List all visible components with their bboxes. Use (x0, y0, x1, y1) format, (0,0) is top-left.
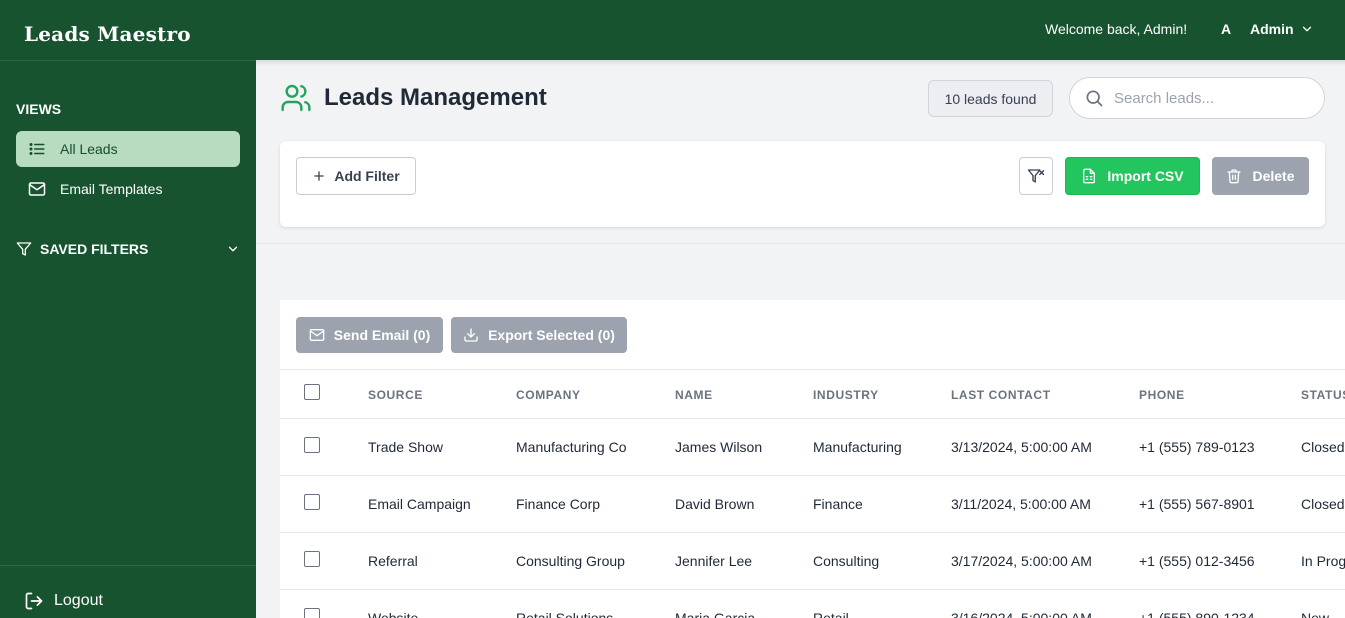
cell-name[interactable]: David Brown (675, 496, 754, 512)
column-header-phone[interactable]: PHONE (1139, 388, 1185, 402)
cell-phone: +1 (555) 567-8901 (1139, 496, 1255, 512)
app-brand[interactable]: Leads Maestro (24, 22, 191, 46)
search-box[interactable] (1069, 77, 1325, 119)
filter-icon (16, 242, 32, 256)
cell-last-contact: 3/17/2024, 5:00:00 AM (951, 553, 1092, 569)
delete-label: Delete (1252, 168, 1295, 184)
cell-phone: +1 (555) 012-3456 (1139, 553, 1255, 569)
chevron-down-icon (1302, 26, 1311, 32)
mail-icon (28, 182, 46, 196)
cell-phone: +1 (555) 789-0123 (1139, 439, 1255, 455)
select-all-checkbox[interactable] (304, 384, 320, 400)
user-name: Admin (1250, 21, 1294, 37)
row-divider (280, 418, 1345, 419)
header-shadow (256, 60, 1345, 66)
cell-name[interactable]: Maria Garcia (675, 610, 755, 618)
logout-button[interactable]: Logout (24, 591, 103, 611)
cell-company: Consulting Group (516, 553, 625, 569)
sidebar: VIEWS All Leads Email Templates SAVED FI… (0, 60, 256, 618)
page-title: Leads Management (324, 84, 547, 111)
cell-status: In Progress (1301, 553, 1345, 569)
cell-last-contact: 3/16/2024, 5:00:00 AM (951, 610, 1092, 618)
column-header-name[interactable]: NAME (675, 388, 713, 402)
cell-name[interactable]: James Wilson (675, 439, 762, 455)
mail-icon (309, 329, 325, 341)
cell-phone: +1 (555) 890-1234 (1139, 610, 1255, 618)
cell-last-contact: 3/11/2024, 5:00:00 AM (951, 496, 1091, 512)
column-header-source[interactable]: SOURCE (368, 388, 423, 402)
list-icon (29, 143, 45, 155)
sidebar-item-label: All Leads (60, 141, 118, 157)
column-header-last-contact[interactable]: LAST CONTACT (951, 388, 1051, 402)
sidebar-item-email-templates[interactable]: Email Templates (16, 171, 240, 207)
cell-status: New (1301, 610, 1330, 618)
add-filter-label: Add Filter (334, 168, 400, 184)
row-divider (280, 589, 1345, 590)
cell-source: Referral (368, 553, 418, 569)
logout-label: Logout (54, 592, 103, 609)
send-email-button[interactable]: Send Email (0) (296, 317, 443, 353)
cell-name[interactable]: Jennifer Lee (675, 553, 752, 569)
import-csv-label: Import CSV (1107, 168, 1184, 184)
section-divider (256, 243, 1345, 244)
cell-industry: Retail (813, 610, 849, 618)
cell-company: Manufacturing Co (516, 439, 627, 455)
column-header-company[interactable]: COMPANY (516, 388, 581, 402)
row-divider (280, 475, 1345, 476)
cell-status: Closed (1301, 439, 1345, 455)
cell-source: Website (368, 610, 419, 618)
column-header-status[interactable]: STATUS (1301, 388, 1345, 402)
import-csv-button[interactable]: Import CSV (1065, 157, 1200, 195)
row-divider (280, 532, 1345, 533)
leads-table-card: Send Email (0) Export Selected (0) SOURC… (280, 300, 1345, 618)
send-email-label: Send Email (0) (333, 327, 431, 343)
cell-industry: Finance (813, 496, 863, 512)
search-icon (1086, 90, 1103, 107)
leads-count-badge: 10 leads found (928, 80, 1053, 117)
search-input[interactable] (1114, 89, 1304, 107)
delete-button[interactable]: Delete (1212, 157, 1309, 195)
cell-company: Retail Solutions (516, 610, 614, 618)
clear-filters-button[interactable] (1019, 157, 1053, 195)
download-icon (464, 328, 478, 342)
trash-icon (1227, 169, 1242, 184)
users-icon (281, 84, 311, 112)
cell-last-contact: 3/13/2024, 5:00:00 AM (951, 439, 1092, 455)
file-spreadsheet-icon (1083, 168, 1096, 184)
avatar[interactable]: A (1221, 21, 1231, 37)
export-selected-button[interactable]: Export Selected (0) (451, 317, 627, 353)
sidebar-item-all-leads[interactable]: All Leads (16, 131, 240, 167)
cell-industry: Consulting (813, 553, 880, 569)
cell-industry: Manufacturing (813, 439, 902, 455)
export-selected-label: Export Selected (0) (488, 327, 615, 343)
cell-status: Closed (1301, 496, 1345, 512)
logout-icon (25, 592, 43, 610)
chevron-down-icon (228, 246, 238, 252)
row-checkbox[interactable] (304, 608, 320, 618)
top-bar: Leads Maestro Welcome back, Admin! A Adm… (0, 0, 1345, 60)
plus-icon (314, 171, 325, 181)
row-checkbox[interactable] (304, 494, 320, 510)
row-checkbox[interactable] (304, 437, 320, 453)
filter-toolbar: Add Filter Import CSV Delete (280, 141, 1325, 227)
table-top-divider (280, 369, 1345, 370)
page-header: Leads Management (280, 82, 547, 114)
filter-x-icon (1027, 169, 1045, 183)
cell-source: Trade Show (368, 439, 443, 455)
cell-source: Email Campaign (368, 496, 471, 512)
saved-filters-toggle[interactable]: SAVED FILTERS (16, 237, 240, 261)
add-filter-button[interactable]: Add Filter (296, 157, 416, 195)
sidebar-item-label: Email Templates (60, 181, 163, 197)
row-checkbox[interactable] (304, 551, 320, 567)
sidebar-divider (0, 565, 256, 566)
views-heading: VIEWS (16, 101, 62, 117)
column-header-industry[interactable]: INDUSTRY (813, 388, 879, 402)
saved-filters-label: SAVED FILTERS (40, 241, 149, 257)
user-menu[interactable]: Admin (1250, 21, 1314, 37)
cell-company: Finance Corp (516, 496, 601, 512)
welcome-message: Welcome back, Admin! (1045, 21, 1188, 37)
